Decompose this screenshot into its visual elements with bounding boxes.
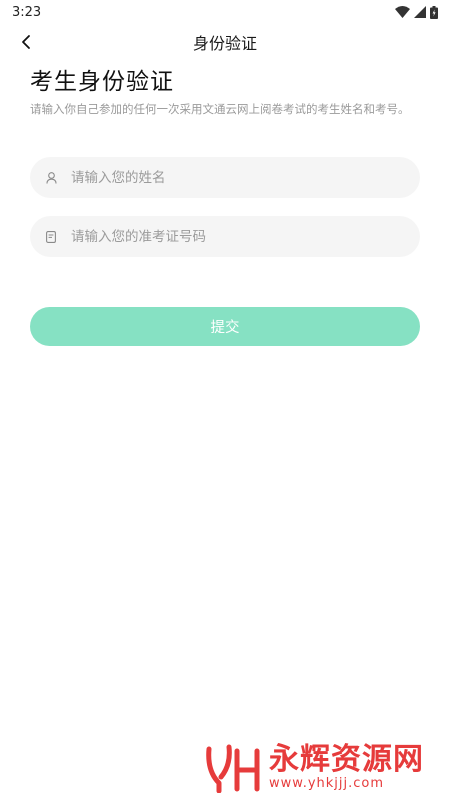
status-icons xyxy=(395,5,438,19)
status-bar: 3:23 xyxy=(0,0,450,24)
ticket-number-input[interactable] xyxy=(71,228,371,245)
user-icon xyxy=(45,171,57,184)
wifi-icon xyxy=(395,6,410,18)
name-input[interactable] xyxy=(71,169,371,186)
watermark-logo-icon xyxy=(206,744,260,793)
name-field[interactable] xyxy=(30,157,420,198)
page-title: 考生身份验证 xyxy=(30,69,174,95)
battery-icon xyxy=(430,5,438,19)
status-time: 3:23 xyxy=(12,4,42,20)
submit-button[interactable]: 提交 xyxy=(30,307,420,346)
back-arrow-icon xyxy=(22,35,30,49)
watermark-title: 永辉资源网 xyxy=(269,742,424,777)
id-card-icon xyxy=(45,230,57,243)
back-button[interactable] xyxy=(12,28,40,56)
ticket-number-field[interactable] xyxy=(30,216,420,257)
nav-bar: 身份验证 xyxy=(0,26,450,58)
nav-title: 身份验证 xyxy=(192,34,257,53)
watermark-url: www.yhkjjj.com xyxy=(269,776,385,791)
page-description: 请输入你自己参加的任何一次采用文通云网上阅卷考试的考生姓名和考号。 xyxy=(30,102,410,116)
watermark: 永辉资源网 www.yhkjjj.com xyxy=(205,740,445,796)
signal-icon xyxy=(414,6,426,18)
